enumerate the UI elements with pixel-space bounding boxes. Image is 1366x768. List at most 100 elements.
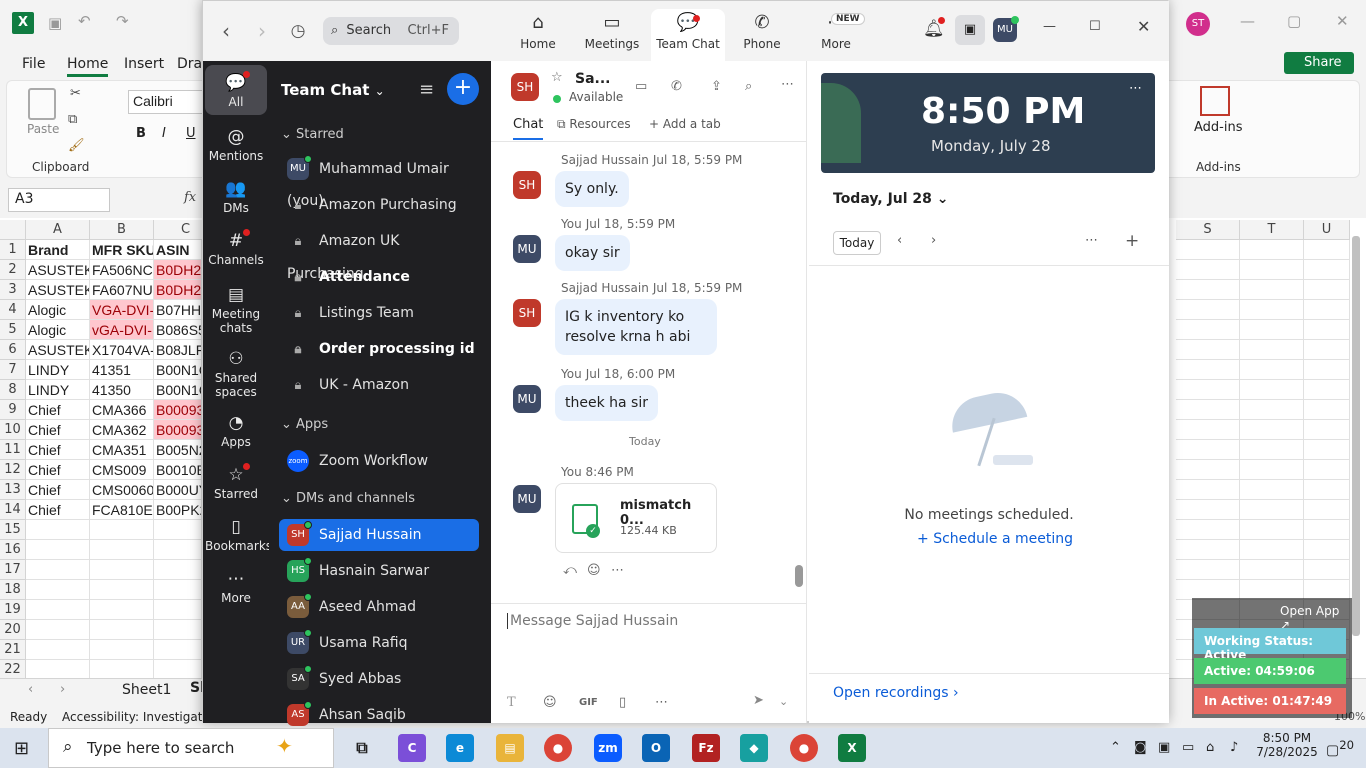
clock-more-icon[interactable]: ⋯ [1129, 81, 1142, 96]
cell-b[interactable]: vGA-DVI-N [90, 320, 154, 340]
cell-t[interactable] [1240, 520, 1304, 540]
tab-more[interactable]: ⋯ More NEW [799, 9, 873, 61]
cell-a[interactable] [26, 560, 90, 580]
cell-a[interactable] [26, 640, 90, 660]
history-icon[interactable]: ◷ [279, 13, 317, 49]
cell-u[interactable] [1304, 480, 1350, 500]
open-recordings-link[interactable]: Open recordings › [833, 685, 959, 701]
cell-t[interactable] [1240, 260, 1304, 280]
cell-t[interactable] [1240, 560, 1304, 580]
outlook-icon[interactable]: O [642, 734, 670, 762]
column-header-u[interactable]: U [1304, 220, 1350, 240]
starred-item[interactable]: 🔒︎ UK - Amazon [279, 369, 479, 401]
composer-more-icon[interactable]: ⋯ [655, 695, 668, 710]
message-bubble[interactable]: okay sir [555, 235, 630, 271]
app-diamond-icon[interactable]: ◆ [740, 734, 768, 762]
cell-b[interactable]: CMS00600 [90, 480, 154, 500]
cell-b[interactable] [90, 540, 154, 560]
back-icon[interactable]: ‹ [207, 13, 245, 49]
underline-icon[interactable]: U [186, 126, 196, 141]
cell-c[interactable]: B00093C [154, 400, 202, 420]
menu-insert[interactable]: Insert [124, 56, 164, 72]
message-avatar[interactable]: SH [513, 299, 541, 327]
row-header[interactable]: 18 [0, 580, 26, 600]
cell-s[interactable] [1176, 420, 1240, 440]
cell-u[interactable] [1304, 280, 1350, 300]
cell-t[interactable] [1240, 380, 1304, 400]
cell-s[interactable] [1176, 440, 1240, 460]
cell-b[interactable]: CMA351 [90, 440, 154, 460]
cell-b[interactable]: FA607NU- [90, 280, 154, 300]
cell-a[interactable]: Chief [26, 420, 90, 440]
cell-s[interactable] [1176, 520, 1240, 540]
column-header-s[interactable]: S [1176, 220, 1240, 240]
excel-user-avatar[interactable]: ST [1186, 12, 1210, 36]
cell-a[interactable] [26, 520, 90, 540]
chat-more-icon[interactable]: ⋯ [781, 77, 794, 92]
cell-t[interactable] [1240, 400, 1304, 420]
dm-item[interactable]: SA Syed Abbas [279, 663, 479, 695]
starred-item[interactable]: 🔒︎ Amazon UK Purchasing [279, 225, 479, 282]
cell-c[interactable]: B00N1C [154, 360, 202, 380]
file-attachment-card[interactable]: ✓ mismatch 0... 125.44 KB [555, 483, 717, 553]
cell-t[interactable] [1240, 460, 1304, 480]
message-bubble[interactable]: theek ha sir [555, 385, 658, 421]
dm-item[interactable]: UR Usama Rafiq [279, 627, 479, 659]
sheet-next-icon[interactable]: › [60, 682, 65, 697]
message-more-icon[interactable]: ⋯ [611, 563, 624, 578]
nav-bookmarks[interactable]: ▯ Bookmarks [205, 509, 272, 555]
cell-a[interactable]: ASUSTEK [26, 280, 90, 300]
nav-dms[interactable]: 👥 DMs [205, 171, 267, 217]
taskbar-clock[interactable]: 8:50 PM 7/28/2025 [1256, 731, 1318, 759]
message-input[interactable]: Message Sajjad Hussain [507, 613, 678, 629]
cell-s[interactable] [1176, 400, 1240, 420]
row-header[interactable]: 5 [0, 320, 26, 340]
chat-tab-add[interactable]: + Add a tab [649, 117, 721, 131]
cell-u[interactable] [1304, 380, 1350, 400]
sheet-tab-sheet1[interactable]: Sheet1 [122, 682, 171, 698]
tab-phone[interactable]: ✆ Phone [725, 9, 799, 61]
copilot-icon[interactable]: C [398, 734, 426, 762]
cell-t[interactable] [1240, 580, 1304, 600]
cell-t[interactable] [1240, 440, 1304, 460]
dms-section[interactable]: ⌄ DMs and channels [281, 491, 415, 506]
cell-u[interactable] [1304, 520, 1350, 540]
send-options-icon[interactable]: ⌄ [779, 695, 788, 708]
cell-a[interactable]: LINDY [26, 380, 90, 400]
windows-start-icon[interactable]: ⊞ [14, 738, 29, 759]
cell-u[interactable] [1304, 540, 1350, 560]
filter-icon[interactable]: ≡ [419, 79, 434, 100]
nav-mentions[interactable]: @ Mentions [205, 119, 267, 165]
task-view-icon[interactable]: ⧉ [348, 734, 376, 762]
row-header[interactable]: 16 [0, 540, 26, 560]
message-bubble[interactable]: IG k inventory ko resolve krna h abi [555, 299, 717, 355]
contact-name[interactable]: Sa... [575, 71, 611, 87]
cell-t[interactable] [1240, 340, 1304, 360]
cell-c[interactable] [154, 580, 202, 600]
nav-meeting-chats[interactable]: ▤ Meeting chats [205, 277, 267, 335]
menu-home[interactable]: Home [67, 56, 109, 77]
send-icon[interactable]: ➤ [753, 693, 764, 708]
cell-s[interactable] [1176, 540, 1240, 560]
message-avatar[interactable]: SH [513, 171, 541, 199]
cell-b[interactable] [90, 520, 154, 540]
dm-item[interactable]: AA Aseed Ahmad [279, 591, 479, 623]
row-header[interactable]: 20 [0, 620, 26, 640]
message-avatar[interactable]: MU [513, 385, 541, 413]
row-header[interactable]: 17 [0, 560, 26, 580]
cell-a[interactable]: Chief [26, 400, 90, 420]
menu-file[interactable]: File [22, 56, 45, 72]
row-header[interactable]: 9 [0, 400, 26, 420]
notification-center[interactable]: ▢20 [1326, 738, 1354, 759]
dm-item[interactable]: HS Hasnain Sarwar [279, 555, 479, 587]
nav-all[interactable]: 💬 All [205, 65, 267, 115]
reply-icon[interactable]: ⤺ [563, 563, 577, 578]
select-all-corner[interactable] [0, 220, 26, 240]
chat-search-icon[interactable]: ⌕ [745, 79, 752, 94]
list-item-zoom-workflow[interactable]: zoom Zoom Workflow [279, 445, 479, 477]
day-selector[interactable]: Today, Jul 28 ⌄ [833, 191, 949, 207]
excel-maximize-icon[interactable]: ▢ [1287, 12, 1301, 30]
cell-c[interactable]: B00PK29 [154, 500, 202, 520]
cell-a[interactable]: Chief [26, 480, 90, 500]
column-header-t[interactable]: T [1240, 220, 1304, 240]
